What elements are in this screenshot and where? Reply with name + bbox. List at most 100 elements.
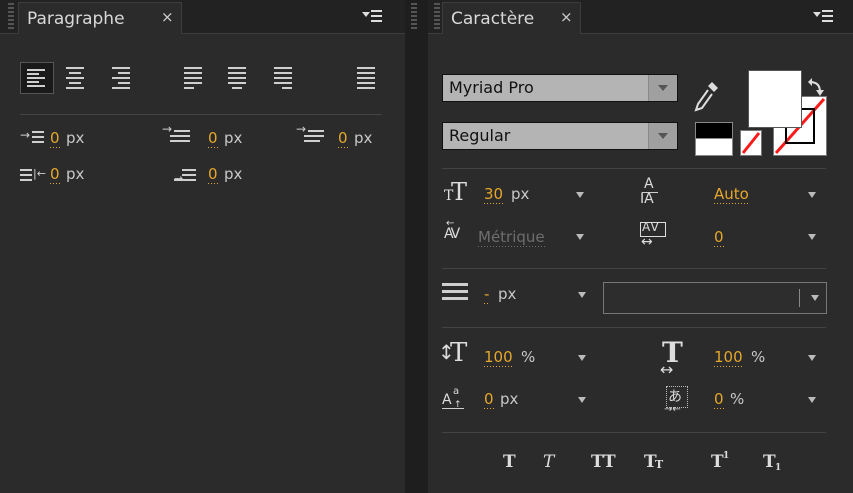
stroke-width-value[interactable]: - [484,285,490,304]
divider [442,432,826,433]
font-size-value[interactable]: 30 [484,185,504,204]
space-after-icon: → [174,166,200,186]
small-caps-small-t: T [655,458,664,471]
space-before-icon: |← [20,166,46,184]
unit-label: px [66,165,85,183]
baseline-shift-icon: A a ↑ [442,386,470,414]
space-after-value[interactable]: 0 [208,165,218,184]
justify-last-center-icon[interactable] [226,65,248,89]
paragraph-tab-bar: Paragraphe × [0,0,405,34]
no-color-swatch[interactable] [740,130,762,156]
unit-label: px [500,390,519,408]
paragraph-panel: Paragraphe × → 0 px → 0 px → 0 px |← 0 p… [0,0,405,493]
chevron-down-icon[interactable] [808,355,816,361]
tracking-value[interactable]: 0 [714,228,724,247]
swap-colors-icon[interactable] [806,78,828,98]
justify-last-left-icon[interactable] [182,65,204,89]
panel-grip[interactable] [434,3,440,29]
indent-first-line-value[interactable]: 0 [208,129,218,148]
unit-label: px [224,129,243,147]
indent-right-value[interactable]: 0 [338,129,348,148]
align-right-icon[interactable] [110,65,132,89]
unit-label: % [751,348,766,366]
justify-all-icon[interactable] [355,65,377,89]
stroke-style-dropdown[interactable] [603,282,827,314]
kerning-icon: AV ← [444,218,460,242]
divider [20,114,382,115]
character-tab-bar: Caractère × [428,0,853,34]
subscript-mark: 1 [775,463,782,473]
fill-color-swatch[interactable] [748,70,802,128]
leading-value[interactable]: Auto [714,185,749,204]
vertical-scale-value[interactable]: 100 [484,348,513,367]
panel-gutter [405,0,428,493]
tab-label: Paragraphe [27,9,125,29]
fill-stroke-black-white-icon[interactable] [695,122,735,156]
kerning-value[interactable]: Métrique [478,228,545,247]
tab-label: Caractère [451,9,535,29]
divider [442,327,826,328]
chevron-down-icon [648,75,677,101]
close-icon[interactable]: × [560,8,573,26]
unit-label: px [224,165,243,183]
superscript-button[interactable]: T 1 [711,451,733,472]
tab-paragraph[interactable]: Paragraphe × [18,2,182,34]
unit-label: % [521,348,536,366]
all-caps-button[interactable]: TT [591,452,616,472]
small-caps-button[interactable]: T T [644,452,666,472]
close-icon[interactable]: × [161,8,174,26]
divider [442,168,826,169]
character-panel: Caractère × Myriad Pro Regular T T 30 px… [428,0,853,493]
chevron-down-icon [648,123,677,149]
unit-label: px [354,129,373,147]
leading-icon: A IA [638,176,664,210]
unit-label: px [66,129,85,147]
subscript-t: T [763,452,776,472]
eyedropper-icon[interactable] [692,78,722,114]
chevron-down-icon[interactable] [576,192,584,198]
align-center-icon[interactable] [64,65,86,89]
divider [442,268,826,269]
panel-menu-icon[interactable] [813,9,833,23]
vertical-scale-icon: ↕ T [438,338,468,368]
unit-label: px [498,285,517,303]
justify-last-right-icon[interactable] [272,65,294,89]
superscript-t: T [711,452,724,472]
horizontal-scale-value[interactable]: 100 [714,348,743,367]
chevron-down-icon[interactable] [578,397,586,403]
faux-italic-button[interactable]: T [543,452,554,472]
indent-left-icon: → [20,128,46,146]
font-style-value: Regular [449,126,511,145]
tsume-value[interactable]: 0 [714,390,724,409]
font-style-dropdown[interactable]: Regular [442,122,678,150]
align-left-icon[interactable] [20,62,54,94]
chevron-down-icon [811,295,819,301]
chevron-down-icon[interactable] [578,292,586,298]
font-size-icon: T T [444,178,468,206]
subscript-button[interactable]: T 1 [763,452,785,474]
chevron-down-icon[interactable] [578,355,586,361]
indent-first-line-icon: → [162,122,192,146]
chevron-down-icon[interactable] [808,192,816,198]
stroke-width-icon [442,282,470,304]
baseline-shift-value[interactable]: 0 [484,390,494,409]
tab-caractere[interactable]: Caractère × [442,2,581,34]
faux-bold-button[interactable]: T [503,452,516,472]
tsume-icon: あ →← [664,384,692,416]
chevron-down-icon[interactable] [808,234,816,240]
unit-label: % [730,390,745,408]
chevron-down-icon[interactable] [808,397,816,403]
font-family-dropdown[interactable]: Myriad Pro [442,74,678,102]
horizontal-scale-icon: T ↔ [660,336,683,379]
indent-right-icon: → [296,122,326,146]
font-family-value: Myriad Pro [449,78,534,97]
space-before-value[interactable]: 0 [50,165,60,184]
chevron-down-icon[interactable] [576,234,584,240]
superscript-mark: 1 [723,451,730,461]
panel-menu-icon[interactable] [362,9,382,23]
tracking-icon: AV ↔ [638,220,668,252]
indent-left-value[interactable]: 0 [50,129,60,148]
panel-grip[interactable] [8,3,14,29]
unit-label: px [511,185,530,203]
panel-grip[interactable] [411,3,417,29]
